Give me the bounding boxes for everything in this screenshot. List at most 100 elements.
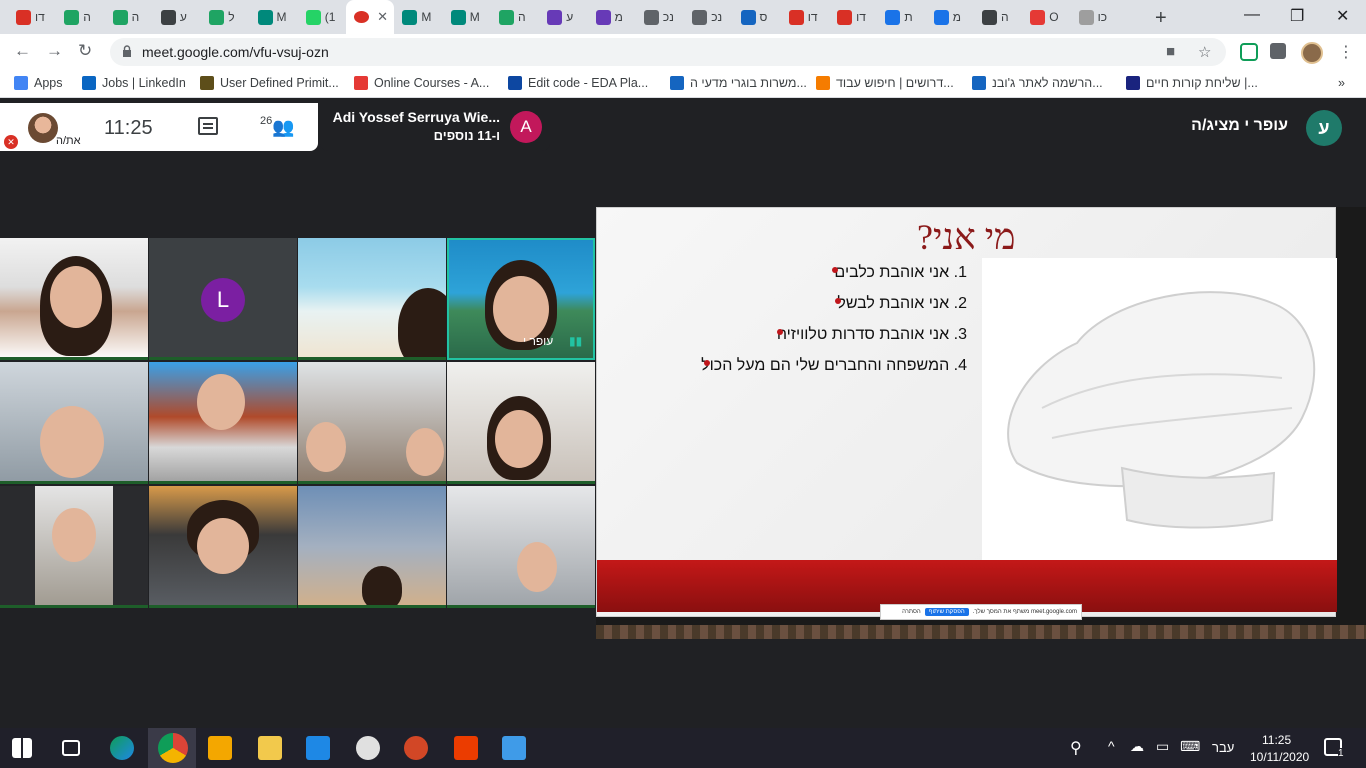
chat-icon[interactable] — [198, 117, 218, 135]
back-button[interactable]: ← — [14, 41, 31, 61]
tab-label: M — [276, 10, 287, 24]
browser-tab[interactable]: ע — [539, 0, 587, 34]
browser-tab[interactable]: ל — [201, 0, 249, 34]
input-language[interactable]: עבר — [1212, 740, 1234, 755]
paint-icon[interactable] — [356, 736, 380, 760]
browser-tab[interactable]: ה — [105, 0, 153, 34]
bookmark-favicon-icon — [1126, 76, 1140, 90]
close-window-button[interactable]: ✕ — [1336, 6, 1349, 26]
video-tile[interactable] — [149, 362, 297, 484]
contact-icon — [160, 9, 176, 25]
video-tile[interactable] — [0, 238, 148, 360]
address-bar[interactable]: meet.google.com/vfu-vsuj-ozn ■ ☆ — [110, 38, 1226, 66]
video-tile[interactable] — [0, 486, 148, 608]
chrome-icon[interactable] — [158, 733, 188, 763]
powerpoint-icon[interactable] — [404, 736, 428, 760]
browser-tab[interactable]: ס — [733, 0, 781, 34]
browser-tab[interactable]: דו — [829, 0, 877, 34]
bookmark-item[interactable]: משרות בוגרי מדעי ה... — [670, 76, 807, 90]
video-tile[interactable] — [447, 486, 595, 608]
office-icon[interactable] — [454, 736, 478, 760]
camera-icon[interactable]: ■ — [1166, 43, 1175, 60]
browser-tab[interactable]: ה — [56, 0, 104, 34]
bookmark-item[interactable]: הרשמה לאתר ג'ובנ... — [972, 76, 1103, 90]
restore-button[interactable]: ❐ — [1290, 6, 1304, 26]
taskbar-time[interactable]: 11:25 — [1262, 733, 1291, 747]
extension-icon[interactable] — [1240, 43, 1258, 61]
drive-icon — [209, 9, 225, 25]
store-icon[interactable] — [208, 736, 232, 760]
bookmark-star-icon[interactable]: ☆ — [1198, 43, 1211, 61]
bookmark-item[interactable]: שליחת קורות חיים |... — [1126, 76, 1258, 90]
browser-tab[interactable]: דו — [781, 0, 829, 34]
onedrive-icon[interactable]: ☁ — [1130, 738, 1144, 755]
browser-tab[interactable]: דו — [8, 0, 56, 34]
hide-share-bar-button[interactable]: הסתרה — [902, 609, 921, 615]
close-tab-icon[interactable]: ✕ — [377, 9, 388, 25]
browser-tab[interactable]: ת — [877, 0, 925, 34]
browser-tab[interactable]: נכ — [684, 0, 732, 34]
chrome-menu-icon[interactable]: ⋮ — [1338, 42, 1354, 62]
browser-tab[interactable]: מ — [926, 0, 974, 34]
browser-tab[interactable]: ✕ — [346, 0, 395, 34]
keyboard-icon[interactable]: ⌨ — [1180, 738, 1200, 755]
bookmark-item[interactable]: User Defined Primit... — [200, 76, 339, 90]
reload-button[interactable]: ↻ — [78, 41, 92, 61]
browser-tab[interactable]: (1 — [298, 0, 346, 34]
browser-tab[interactable]: מ — [588, 0, 636, 34]
network-icon[interactable]: ▭ — [1156, 738, 1169, 755]
bookmark-item[interactable]: Apps — [14, 76, 63, 90]
browser-tab[interactable]: ה — [491, 0, 539, 34]
self-avatar[interactable] — [28, 113, 58, 143]
edge-icon[interactable] — [110, 736, 134, 760]
bookmark-item[interactable]: Edit code - EDA Pla... — [508, 76, 648, 90]
people-taskbar-icon[interactable]: ⚲ — [1070, 738, 1082, 758]
stop-sharing-button[interactable]: הפסקת שיתוף — [924, 608, 969, 616]
bookmark-item[interactable]: Online Courses - A... — [354, 76, 489, 90]
tab-label: כו — [1097, 10, 1108, 24]
browser-tab[interactable]: O — [1022, 0, 1070, 34]
tray-expand-icon[interactable]: ^ — [1108, 738, 1115, 754]
browser-tab[interactable]: נכ — [636, 0, 684, 34]
more-participants-label: ו-11 נוספים — [433, 128, 500, 143]
profile-avatar[interactable] — [1301, 42, 1323, 64]
lock-icon[interactable] — [122, 45, 132, 57]
video-tile[interactable] — [298, 238, 446, 360]
browser-tab[interactable]: M — [443, 0, 491, 34]
video-tile[interactable] — [149, 486, 297, 608]
forward-button[interactable]: → — [46, 41, 63, 61]
browser-tab[interactable]: M — [250, 0, 298, 34]
mail-icon[interactable] — [306, 736, 330, 760]
bookmarks-bar: Apps Jobs | LinkedIn User Defined Primit..… — [0, 70, 1366, 98]
puzzle-icon[interactable] — [1270, 43, 1286, 59]
tile-border — [447, 481, 595, 484]
video-tile[interactable] — [298, 486, 446, 608]
video-tile[interactable]: L — [149, 238, 297, 360]
video-tile-active-speaker[interactable]: עופר י ▮▮ — [447, 238, 595, 360]
file-explorer-icon[interactable] — [258, 736, 282, 760]
bookmark-item[interactable]: דרושים | חיפוש עבוד... — [816, 76, 954, 90]
url-text[interactable]: meet.google.com/vfu-vsuj-ozn — [142, 44, 329, 60]
windows-start-icon[interactable] — [12, 738, 32, 758]
tab-label: M — [469, 10, 480, 24]
participant-figure — [362, 566, 402, 608]
participant-face — [40, 406, 104, 478]
browser-tab[interactable]: כו — [1071, 0, 1119, 34]
minimize-button[interactable]: — — [1244, 6, 1260, 24]
people-icon[interactable]: 👥 — [272, 117, 294, 138]
browser-tab[interactable]: M — [394, 0, 442, 34]
video-tile[interactable] — [0, 362, 148, 484]
video-tile[interactable] — [447, 362, 595, 484]
browser-tab[interactable]: ה — [974, 0, 1022, 34]
presentation-area[interactable]: מי אני? 1. אני אוהבת כלבים 2. אני אוהבת … — [596, 207, 1366, 639]
photos-icon[interactable] — [502, 736, 526, 760]
participants-preview-card[interactable]: Adi Yossef Serruya Wie... ו-11 נוספים A — [320, 103, 550, 151]
tab-label: ל — [228, 10, 235, 24]
taskbar-date[interactable]: 10/11/2020 — [1250, 750, 1309, 764]
bookmarks-overflow-icon[interactable]: » — [1338, 76, 1345, 90]
new-tab-button[interactable]: + — [1155, 7, 1167, 30]
bookmark-item[interactable]: Jobs | LinkedIn — [82, 76, 186, 90]
task-view-icon[interactable] — [62, 740, 80, 756]
video-tile[interactable] — [298, 362, 446, 484]
browser-tab[interactable]: ע — [153, 0, 201, 34]
